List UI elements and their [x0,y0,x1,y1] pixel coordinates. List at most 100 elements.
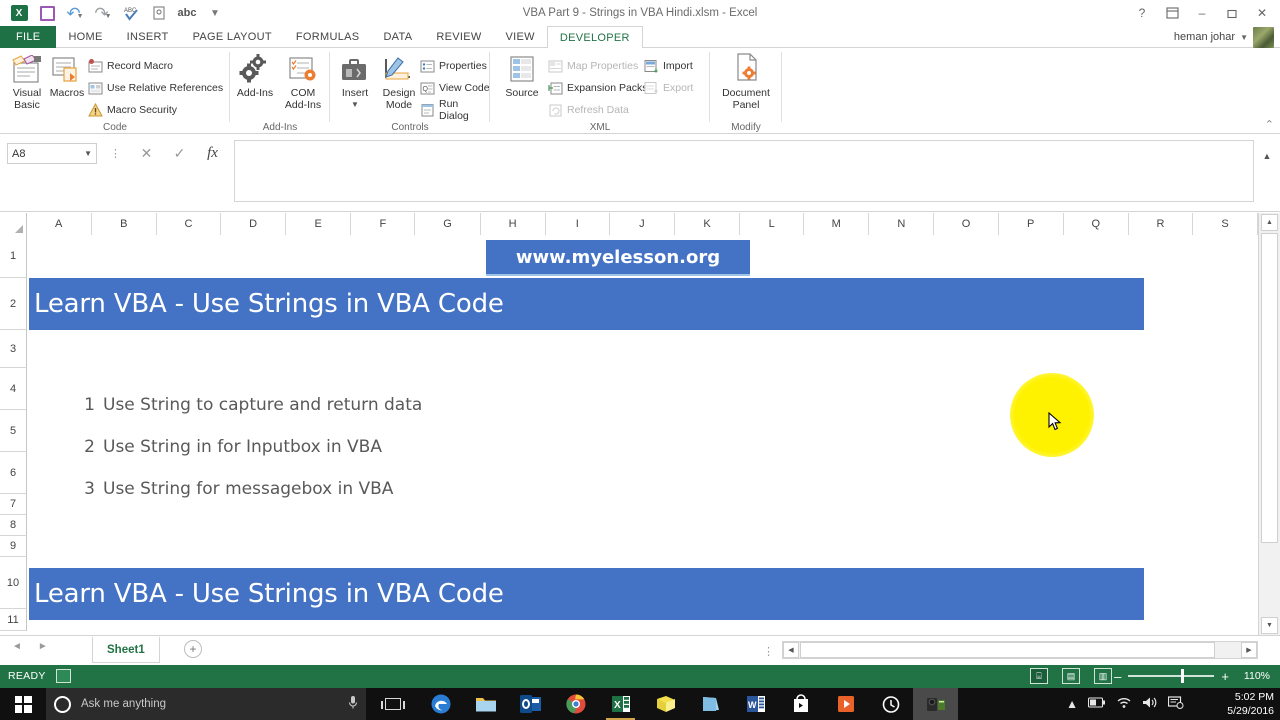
export-button[interactable]: Export [644,78,693,97]
properties-button[interactable]: Properties [420,56,487,75]
row-header-6[interactable]: 6 [0,452,27,494]
column-header-N[interactable]: N [869,213,935,235]
taskbar-sticky-notes-icon[interactable] [643,688,688,720]
name-box[interactable]: A8 ▼ [7,143,97,164]
microphone-icon[interactable] [348,695,358,713]
show-hidden-icons-chevron-up-icon[interactable]: ▲ [1066,697,1078,711]
taskbar-word-icon[interactable]: W [733,688,778,720]
zoom-out-button[interactable]: – [1114,670,1121,683]
insert-chevron-down-icon[interactable]: ▼ [351,99,359,111]
column-header-P[interactable]: P [998,213,1064,235]
column-header-A[interactable]: A [26,213,92,235]
tab-data[interactable]: DATA [371,26,424,48]
redo-icon[interactable]: ↷ ▼ [90,2,116,24]
action-center-icon[interactable] [1167,696,1184,712]
column-header-D[interactable]: D [221,213,287,235]
task-view-button[interactable] [374,688,412,720]
help-button[interactable]: ? [1128,1,1156,25]
row-header-8[interactable]: 8 [0,515,27,536]
minimize-button[interactable]: – [1188,1,1216,25]
zoom-slider-thumb[interactable] [1181,669,1185,683]
tab-file[interactable]: FILE [0,26,57,48]
undo-icon[interactable]: ↶ ▼ [62,2,88,24]
horizontal-scrollbar-grip[interactable]: ⋮ [763,645,774,658]
taskbar-onedrive-icon[interactable] [688,688,733,720]
abc-icon[interactable]: abc [174,2,200,24]
taskbar-outlook-icon[interactable] [508,688,553,720]
account-chevron-down-icon[interactable]: ▼ [1240,33,1248,42]
next-sheet-button[interactable]: ► [38,641,48,652]
use-relative-references-button[interactable]: Use Relative References [88,78,223,97]
vertical-scrollbar-thumb[interactable] [1261,233,1278,543]
column-header-Q[interactable]: Q [1063,213,1129,235]
tab-formulas[interactable]: FORMULAS [284,26,372,48]
row-header-11[interactable]: 11 [0,609,27,631]
taskbar-store-icon[interactable] [778,688,823,720]
save-icon[interactable] [34,2,60,24]
row-header-10[interactable]: 10 [0,557,27,609]
sheet-tab-sheet1[interactable]: Sheet1 [92,636,160,663]
list-item-2[interactable]: 2 Use String in for Inputbox in VBA [75,437,382,457]
horizontal-scrollbar-thumb[interactable] [800,642,1215,658]
scroll-right-button[interactable]: ▶ [1241,642,1257,658]
name-box-chevron-down-icon[interactable]: ▼ [84,149,92,158]
taskbar-camtasia-icon[interactable] [913,688,958,720]
refresh-data-button[interactable]: Refresh Data [548,100,629,119]
column-header-E[interactable]: E [286,213,352,235]
column-header-J[interactable]: J [609,213,675,235]
cell-title-banner-row10[interactable]: Learn VBA - Use Strings in VBA Code [29,568,1144,620]
select-all-button[interactable] [0,213,27,235]
row-header-4[interactable]: 4 [0,368,27,410]
cell-url-banner[interactable]: www.myelesson.org [486,240,750,276]
add-ins-button[interactable]: Add-Ins [232,51,278,99]
column-header-B[interactable]: B [91,213,157,235]
volume-icon[interactable] [1142,696,1158,712]
formula-input[interactable] [234,140,1254,202]
cell-title-banner-row2[interactable]: Learn VBA - Use Strings in VBA Code [29,278,1144,330]
row-header-3[interactable]: 3 [0,330,27,368]
scroll-down-button[interactable]: ▼ [1261,617,1278,634]
taskbar-excel-icon[interactable]: X [598,688,643,720]
restore-button[interactable] [1218,1,1246,25]
expand-formula-bar-button[interactable]: ▲ [1258,148,1276,164]
collapse-ribbon-button[interactable]: ⌃ [1265,118,1274,131]
insert-control-button[interactable]: Insert ▼ [332,51,378,111]
column-header-L[interactable]: L [740,213,805,235]
vertical-scrollbar[interactable]: ▲ ▼ [1258,213,1280,635]
zoom-in-button[interactable]: + [1221,670,1229,683]
normal-view-button[interactable]: ⌸ [1030,668,1048,684]
previous-sheet-button[interactable]: ◄ [12,641,22,652]
row-header-5[interactable]: 5 [0,410,27,452]
column-header-R[interactable]: R [1128,213,1193,235]
expansion-packs-button[interactable]: Expansion Packs [548,78,648,97]
taskbar-alarms-clock-icon[interactable] [868,688,913,720]
formula-bar-grip[interactable]: ⋮ [110,147,121,160]
column-header-I[interactable]: I [545,213,610,235]
macros-button[interactable]: Macros [44,51,90,99]
tab-page-layout[interactable]: PAGE LAYOUT [181,26,284,48]
document-panel-button[interactable]: Document Panel [716,51,776,111]
row-header-7[interactable]: 7 [0,494,27,515]
view-code-button[interactable]: Q View Code [420,78,490,97]
taskbar-edge-icon[interactable] [418,688,463,720]
search-box[interactable]: Ask me anything [46,688,366,720]
tab-review[interactable]: REVIEW [424,26,493,48]
record-macro-status-icon[interactable] [56,669,71,683]
tab-view[interactable]: VIEW [494,26,547,48]
import-button[interactable]: Import [644,56,693,75]
column-header-G[interactable]: G [415,213,481,235]
wifi-icon[interactable] [1116,696,1132,712]
row-header-9[interactable]: 9 [0,536,27,557]
column-header-M[interactable]: M [804,213,870,235]
clock[interactable]: 5:02 PM 5/29/2016 [1188,690,1274,718]
source-button[interactable]: Source [496,51,548,99]
tab-insert[interactable]: INSERT [115,26,181,48]
print-preview-icon[interactable] [146,2,172,24]
taskbar-movies-tv-icon[interactable] [823,688,868,720]
row-header-2[interactable]: 2 [0,278,27,330]
spelling-icon[interactable]: ABC [118,2,144,24]
close-button[interactable]: ✕ [1248,1,1276,25]
taskbar-chrome-icon[interactable] [553,688,598,720]
list-item-3[interactable]: 3 Use String for messagebox in VBA [75,479,393,499]
zoom-level[interactable]: 110% [1236,670,1270,682]
